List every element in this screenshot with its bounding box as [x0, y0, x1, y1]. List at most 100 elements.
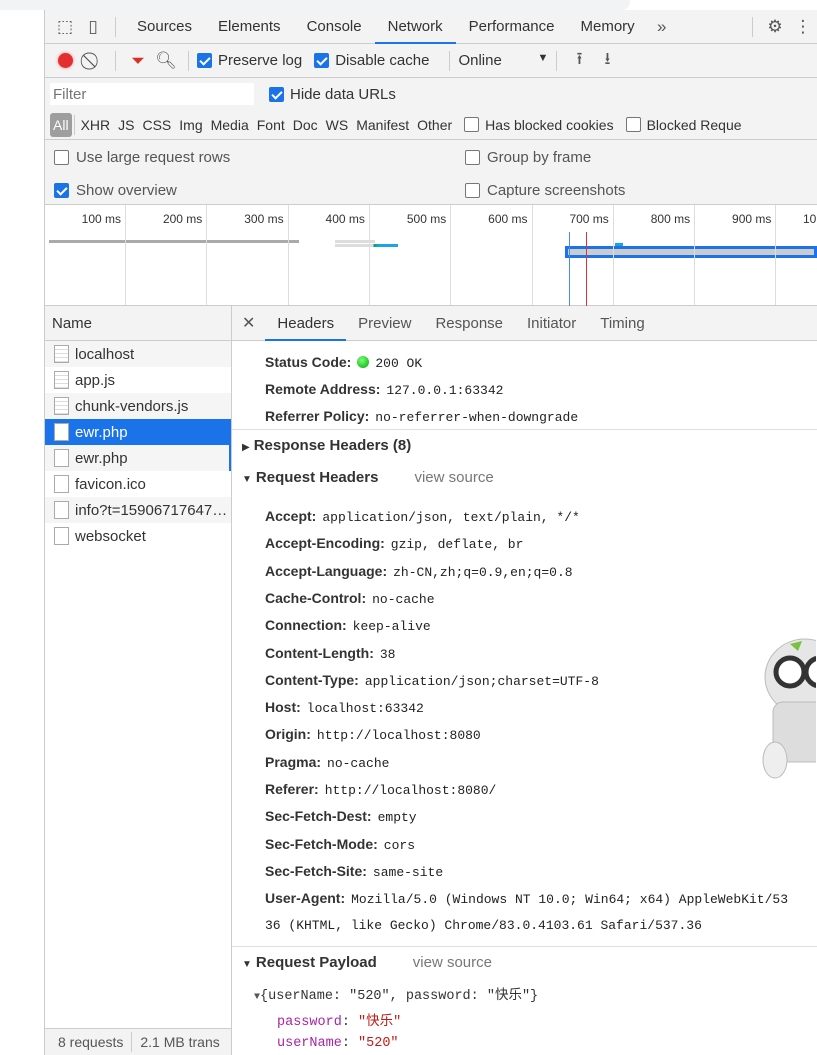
- disable-cache-checkbox[interactable]: Disable cache: [314, 52, 429, 69]
- view-source-link[interactable]: view source: [413, 954, 492, 971]
- large-rows-checkbox[interactable]: Use large request rows: [54, 149, 230, 166]
- more-options-icon[interactable]: ⋮: [789, 13, 817, 41]
- gear-icon[interactable]: ⚙: [761, 13, 789, 41]
- divider: [556, 50, 558, 71]
- request-name: localhost: [75, 345, 135, 363]
- request-name: favicon.ico: [75, 475, 146, 493]
- filter-icon[interactable]: ⏷: [124, 47, 152, 75]
- request-name: ewr.php: [75, 423, 128, 441]
- header-value: localhost:63342: [306, 701, 424, 717]
- filter-type-img[interactable]: Img: [175, 117, 206, 133]
- request-row[interactable]: app.js: [45, 367, 231, 393]
- header-value: 36 (KHTML, like Gecko) Chrome/83.0.4103.…: [265, 918, 702, 933]
- details-tab-preview[interactable]: Preview: [346, 306, 423, 341]
- request-list: Name localhost app.js chunk-vendors.js ewr.…: [45, 306, 232, 1055]
- filter-type-ws[interactable]: WS: [322, 117, 353, 133]
- request-headers-toggle[interactable]: ▼ Request Headers view source: [232, 469, 817, 486]
- header-value: no-cache: [327, 755, 390, 771]
- import-har-icon[interactable]: ⭱: [565, 47, 593, 75]
- request-header-row: Content-Type: application/json;charset=UT…: [265, 672, 599, 689]
- filter-type-font[interactable]: Font: [253, 117, 289, 133]
- network-overview-timeline[interactable]: 100 ms 200 ms 300 ms 400 ms 500 ms 600 ms 700 …: [45, 205, 817, 306]
- filter-type-manifest[interactable]: Manifest: [352, 117, 413, 133]
- request-header-row: Origin: http://localhost:8080: [265, 726, 481, 743]
- clear-icon[interactable]: ⃠: [79, 47, 107, 75]
- divider: [73, 114, 75, 135]
- request-name: app.js: [75, 371, 116, 389]
- group-by-frame-checkbox[interactable]: Group by frame: [465, 149, 591, 166]
- timeline-tick-label: 800 ms: [650, 212, 691, 226]
- inspect-element-icon[interactable]: ⬚: [51, 13, 79, 41]
- tab-performance[interactable]: Performance: [456, 10, 568, 44]
- tab-console[interactable]: Console: [294, 10, 375, 44]
- export-har-icon[interactable]: ⭳: [593, 47, 621, 75]
- details-tab-timing[interactable]: Timing: [588, 306, 656, 341]
- timeline-gridline: [125, 205, 126, 305]
- show-overview-label: Show overview: [76, 182, 177, 199]
- filter-type-js[interactable]: JS: [114, 117, 138, 133]
- header-name: Status Code:: [265, 354, 352, 370]
- timeline-tick-label: 700 ms: [569, 212, 609, 226]
- request-header-row: Pragma: no-cache: [265, 754, 389, 771]
- timeline-tick-label: 100 ms: [81, 212, 121, 226]
- payload-summary[interactable]: ▼{userName: "520", password: "快乐"}: [254, 983, 538, 1004]
- close-icon[interactable]: ✕: [232, 313, 265, 333]
- request-row[interactable]: websocket: [45, 523, 231, 549]
- timeline-gridline: [287, 205, 289, 305]
- tab-elements[interactable]: Elements: [205, 10, 294, 44]
- status-code-row: Status Code: 200 OK: [265, 354, 422, 371]
- file-icon: [54, 345, 69, 363]
- request-row[interactable]: localhost: [45, 341, 231, 367]
- request-row[interactable]: ewr.php: [45, 419, 231, 445]
- blocked-requests-checkbox[interactable]: Blocked Reque: [625, 117, 742, 133]
- capture-screenshots-label: Capture screenshots: [487, 182, 626, 199]
- details-tab-initiator[interactable]: Initiator: [515, 306, 588, 341]
- filter-type-other[interactable]: Other: [413, 117, 456, 133]
- triangle-right-icon: ▶: [242, 442, 250, 453]
- timeline-tick-label: 500 ms: [406, 212, 447, 226]
- request-row[interactable]: info?t=15906717647…: [45, 497, 231, 523]
- record-button[interactable]: [51, 47, 79, 75]
- tab-sources[interactable]: Sources: [124, 10, 205, 44]
- device-toolbar-icon[interactable]: ▯: [79, 13, 107, 41]
- details-tab-response[interactable]: Response: [423, 306, 515, 341]
- filter-type-css[interactable]: CSS: [138, 117, 175, 133]
- filter-type-media[interactable]: Media: [207, 117, 253, 133]
- show-overview-checkbox[interactable]: Show overview: [54, 182, 177, 199]
- request-row[interactable]: favicon.ico: [45, 471, 231, 497]
- details-tab-headers[interactable]: Headers: [265, 306, 347, 341]
- request-payload-toggle[interactable]: ▼ Request Payload view source: [232, 954, 817, 971]
- request-details-panel: ✕ Headers Preview Response Initiator Timing …: [232, 306, 817, 1055]
- filter-type-all[interactable]: All: [50, 112, 72, 137]
- filter-row: Hide data URLs: [45, 78, 817, 110]
- filter-type-xhr[interactable]: XHR: [77, 117, 115, 133]
- header-value: 38: [379, 646, 396, 662]
- header-name: Origin:: [265, 726, 311, 743]
- name-column-header[interactable]: Name: [45, 306, 231, 341]
- timeline-gridline: [775, 205, 777, 305]
- throttling-select[interactable]: Online ▼: [458, 52, 548, 69]
- header-value: application/json;charset=UTF-8: [364, 673, 599, 689]
- request-header-row: Sec-Fetch-Site: same-site: [265, 863, 443, 880]
- preserve-log-checkbox[interactable]: Preserve log: [197, 52, 302, 69]
- header-value: no-referrer-when-downgrade: [375, 410, 579, 425]
- tab-network[interactable]: Network: [374, 10, 456, 44]
- has-blocked-cookies-checkbox[interactable]: Has blocked cookies: [464, 117, 614, 133]
- file-icon: [54, 475, 69, 493]
- search-icon[interactable]: 🔍︎: [152, 47, 180, 75]
- view-source-link[interactable]: view source: [414, 469, 493, 486]
- request-row[interactable]: ewr.php: [45, 445, 231, 471]
- hide-data-urls-checkbox[interactable]: Hide data URLs: [269, 86, 396, 103]
- tab-memory[interactable]: Memory: [568, 10, 648, 44]
- response-headers-toggle[interactable]: ▶ Response Headers (8): [232, 437, 817, 454]
- filter-type-doc[interactable]: Doc: [289, 117, 322, 133]
- header-value: application/json, text/plain, */*: [322, 510, 580, 525]
- header-name: Connection:: [265, 617, 347, 634]
- capture-screenshots-checkbox[interactable]: Capture screenshots: [465, 182, 625, 199]
- request-row[interactable]: chunk-vendors.js: [45, 393, 231, 419]
- request-name: chunk-vendors.js: [75, 397, 189, 415]
- preserve-log-label: Preserve log: [218, 52, 303, 69]
- filter-input[interactable]: [50, 83, 254, 105]
- more-tabs-icon[interactable]: »: [648, 13, 676, 41]
- colon: :: [341, 1015, 359, 1030]
